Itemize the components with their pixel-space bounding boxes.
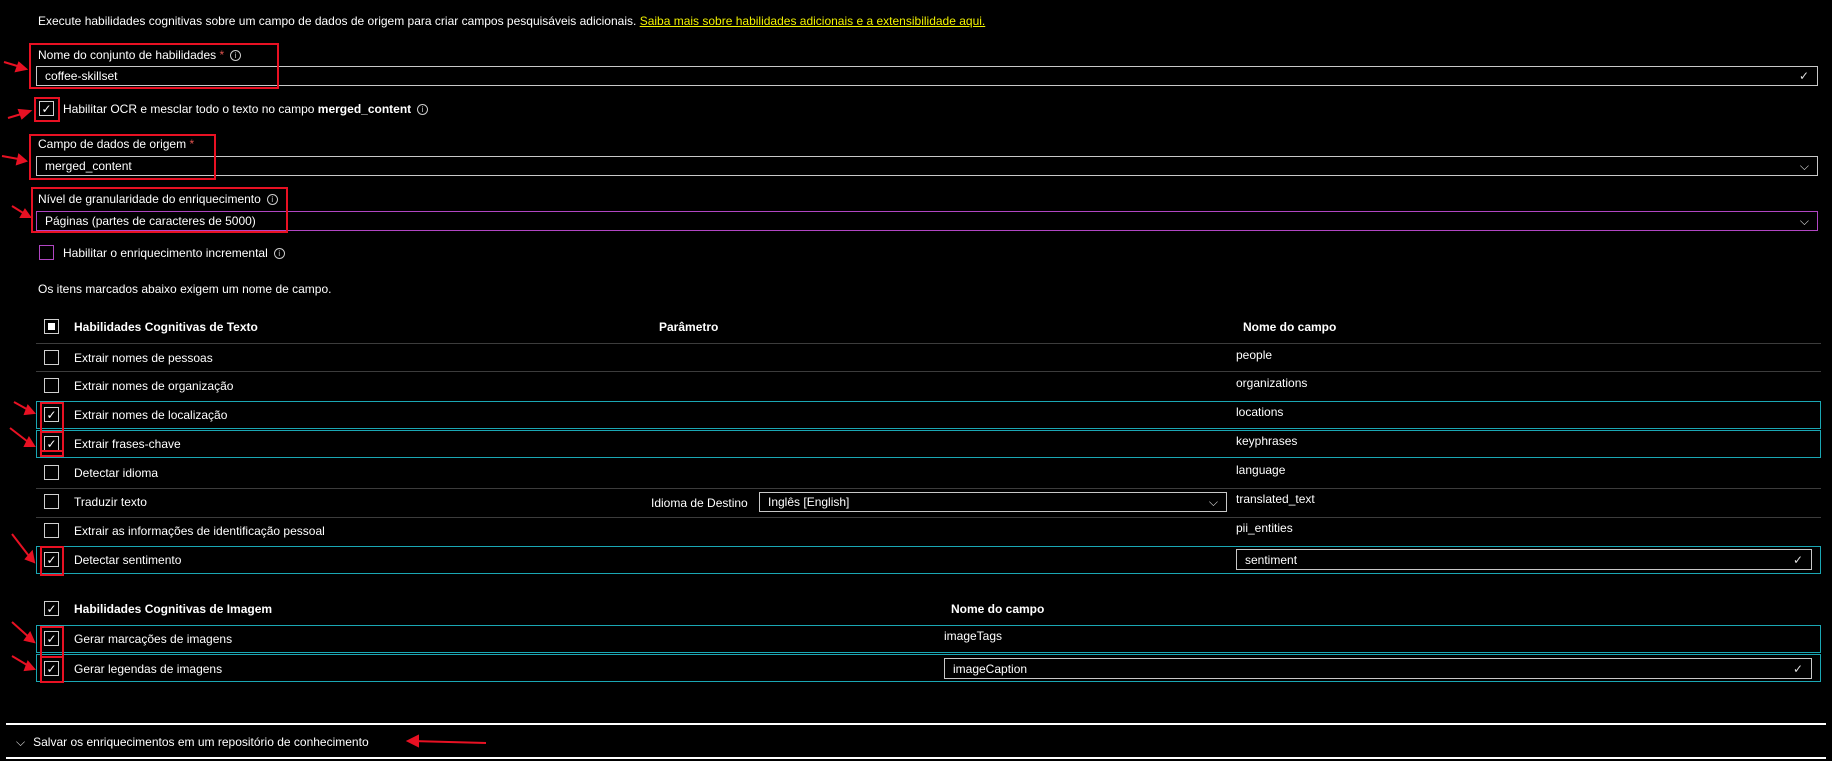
skill-label-image-captions: Gerar legendas de imagens [74,662,223,676]
field-name-language[interactable]: language [1236,463,1285,477]
skillset-name-input[interactable]: coffee-skillset ✓ [36,66,1818,86]
select-all-text-skills-checkbox[interactable] [44,319,59,334]
image-field-name-header: Nome do campo [951,602,1045,616]
field-name-keyphrases[interactable]: keyphrases [1236,434,1297,448]
divider [36,371,1821,372]
check-icon: ✓ [1798,69,1809,83]
image-skills-header: Habilidades Cognitivas de Imagem [74,602,273,616]
info-icon: i [266,194,278,206]
skill-label-keyphrases: Extrair frases-chave [74,437,181,451]
info-icon: i [417,104,429,116]
skill-label-translate: Traduzir texto [74,495,147,509]
skill-checkbox-image-captions[interactable]: ✓ [44,661,59,676]
skill-checkbox-translate[interactable] [44,494,59,509]
ocr-label: Habilitar OCR e mesclar todo o texto no … [63,102,429,116]
skill-checkbox-locations[interactable]: ✓ [44,407,59,422]
skill-checkbox-language[interactable] [44,465,59,480]
knowledge-store-divider [6,723,1826,725]
skill-label-organizations: Extrair nomes de organização [74,379,234,393]
field-name-organizations[interactable]: organizations [1236,376,1307,390]
field-name-pii[interactable]: pii_entities [1236,521,1293,535]
source-field-label: Campo de dados de origem * [38,137,195,151]
row-highlight [36,401,1821,429]
skill-checkbox-organizations[interactable] [44,378,59,393]
field-name-header: Nome do campo [1243,320,1337,334]
skill-checkbox-pii[interactable] [44,523,59,538]
skill-checkbox-sentiment[interactable]: ✓ [44,552,59,567]
check-icon: ✓ [46,552,57,567]
select-all-image-skills-checkbox[interactable]: ✓ [44,601,59,616]
knowledge-store-toggle[interactable]: ⌵ Salvar os enriquecimentos em um reposit… [16,735,369,749]
source-field-select[interactable]: merged_content ⌵ [36,156,1818,176]
skill-label-language: Detectar idioma [74,466,159,480]
check-icon: ✓ [41,101,52,116]
incremental-checkbox[interactable] [39,245,54,260]
parameter-header: Parâmetro [659,320,719,334]
skill-checkbox-keyphrases[interactable]: ✓ [44,436,59,451]
field-name-image-tags[interactable]: imageTags [944,629,1002,643]
skillset-name-label: Nome do conjunto de habilidades * i [38,48,242,62]
granularity-select[interactable]: Páginas (partes de caracteres de 5000) ⌵ [36,211,1818,231]
check-icon: ✓ [46,407,57,422]
check-icon: ✓ [46,661,57,676]
field-name-locations[interactable]: locations [1236,405,1283,419]
chevron-down-icon: ⌵ [1208,495,1218,509]
required-note: Os itens marcados abaixo exigem um nome … [38,282,332,296]
ocr-checkbox[interactable]: ✓ [39,101,54,116]
check-icon: ✓ [46,631,57,646]
field-name-people[interactable]: people [1236,348,1272,362]
info-icon: i [273,248,285,260]
field-name-translated-text[interactable]: translated_text [1236,492,1315,506]
skill-checkbox-people[interactable] [44,350,59,365]
text-skills-header: Habilidades Cognitivas de Texto [74,320,258,334]
divider [36,343,1821,344]
target-language-label: Idioma de Destino [651,496,748,510]
bottom-divider [6,757,1826,759]
target-language-select[interactable]: Inglês [English] ⌵ [759,492,1227,512]
incremental-label: Habilitar o enriquecimento incremental i [63,246,285,260]
chevron-down-icon: ⌵ [16,735,26,749]
chevron-down-icon: ⌵ [1799,159,1809,173]
skill-checkbox-image-tags[interactable]: ✓ [44,631,59,646]
intro-text: Execute habilidades cognitivas sobre um … [38,14,985,28]
chevron-down-icon: ⌵ [1799,214,1809,228]
check-icon: ✓ [1792,552,1803,567]
field-name-sentiment-input[interactable]: sentiment ✓ [1236,549,1812,570]
granularity-label: Nível de granularidade do enriquecimento… [38,192,278,206]
skill-label-sentiment: Detectar sentimento [74,553,182,567]
divider [36,488,1821,489]
intro-description: Execute habilidades cognitivas sobre um … [38,14,637,28]
row-highlight [36,625,1821,653]
row-highlight [36,430,1821,458]
skill-label-pii: Extrair as informações de identificação … [74,524,325,538]
check-icon: ✓ [1792,661,1803,676]
learn-more-link[interactable]: Saiba mais sobre habilidades adicionais … [640,14,986,28]
check-icon: ✓ [46,601,57,616]
skill-label-locations: Extrair nomes de localização [74,408,228,422]
skill-label-people: Extrair nomes de pessoas [74,351,213,365]
info-icon: i [230,50,242,62]
skill-label-image-tags: Gerar marcações de imagens [74,632,233,646]
field-name-image-captions-input[interactable]: imageCaption ✓ [944,658,1812,679]
divider [36,517,1821,518]
check-icon: ✓ [46,436,57,451]
